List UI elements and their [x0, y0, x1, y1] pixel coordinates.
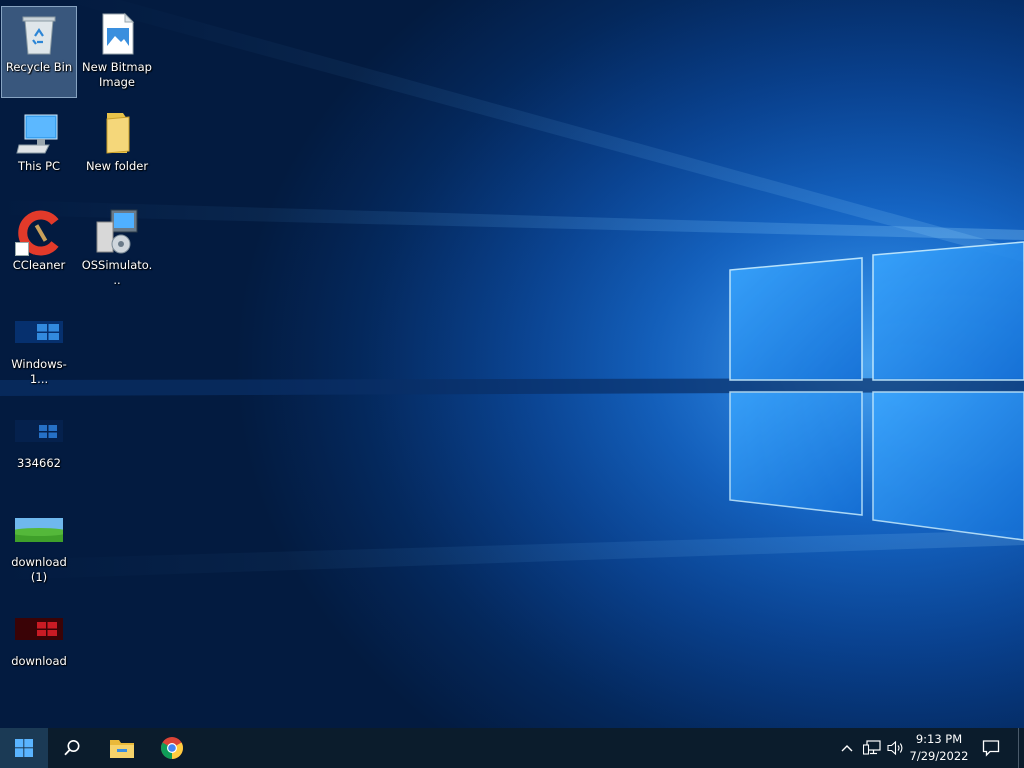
- desktop-icon-label: download (1): [11, 555, 67, 584]
- desktop-icon-download-1[interactable]: download (1): [1, 501, 77, 593]
- taskbar: 9:13 PM 7/29/2022: [0, 728, 1024, 768]
- desktop-icon-label: New folder: [85, 159, 149, 173]
- desktop-icon-label: 334662: [17, 456, 61, 470]
- ccleaner-icon: [15, 208, 63, 256]
- folder-icon: [93, 109, 141, 157]
- desktop[interactable]: Recycle Bin New Bitmap Image This PC New…: [0, 0, 1024, 728]
- clock-date: 7/29/2022: [909, 749, 969, 763]
- desktop-icon-ossimulator[interactable]: OSSimulato...: [79, 204, 155, 296]
- this-pc-icon: [15, 109, 63, 157]
- desktop-icon-label: New Bitmap Image: [82, 60, 152, 89]
- shortcut-arrow-icon: [15, 242, 29, 256]
- windows-logo-icon: [15, 739, 33, 757]
- desktop-icon-new-folder[interactable]: New folder: [79, 105, 155, 197]
- image-thumbnail-icon: [15, 406, 63, 454]
- desktop-icon-label: Recycle Bin: [5, 60, 73, 74]
- volume-icon: [887, 740, 903, 756]
- installer-icon: [93, 208, 141, 256]
- search-icon: [64, 740, 80, 756]
- volume-button[interactable]: [884, 728, 908, 768]
- taskbar-google-chrome[interactable]: [148, 728, 196, 768]
- desktop-icon-label: This PC: [17, 159, 61, 173]
- desktop-icon-label: Windows-1...: [11, 357, 67, 386]
- image-thumbnail-icon: [15, 307, 63, 355]
- recycle-bin-icon: [15, 10, 63, 58]
- image-thumbnail-icon: [15, 505, 63, 553]
- image-thumbnail-icon: [15, 604, 63, 652]
- network-icon: [863, 740, 881, 755]
- clock[interactable]: 9:13 PM 7/29/2022: [906, 728, 972, 768]
- clock-time: 9:13 PM: [915, 732, 963, 746]
- chrome-icon: [161, 737, 183, 759]
- desktop-icon-new-bitmap-image[interactable]: New Bitmap Image: [79, 6, 155, 98]
- desktop-icon-label: download: [11, 654, 67, 668]
- show-hidden-icons-button[interactable]: [836, 728, 858, 768]
- desktop-icon-334662[interactable]: 334662: [1, 402, 77, 494]
- search-button[interactable]: [48, 728, 96, 768]
- start-button[interactable]: [0, 728, 48, 768]
- notification-icon: [982, 740, 1000, 757]
- bitmap-image-icon: [93, 10, 141, 58]
- action-center-button[interactable]: [976, 728, 1006, 768]
- desktop-icon-label: OSSimulato...: [81, 258, 153, 287]
- chevron-up-icon: [841, 745, 853, 752]
- desktop-icon-this-pc[interactable]: This PC: [1, 105, 77, 197]
- network-button[interactable]: [860, 728, 884, 768]
- taskbar-file-explorer[interactable]: [98, 728, 146, 768]
- show-desktop-button[interactable]: [1018, 728, 1024, 768]
- desktop-icon-windows-1[interactable]: Windows-1...: [1, 303, 77, 395]
- desktop-icon-label: CCleaner: [12, 258, 66, 272]
- desktop-icon-recycle-bin[interactable]: Recycle Bin: [1, 6, 77, 98]
- desktop-icon-download[interactable]: download: [1, 600, 77, 692]
- folder-icon: [110, 740, 134, 758]
- desktop-icon-ccleaner[interactable]: CCleaner: [1, 204, 77, 296]
